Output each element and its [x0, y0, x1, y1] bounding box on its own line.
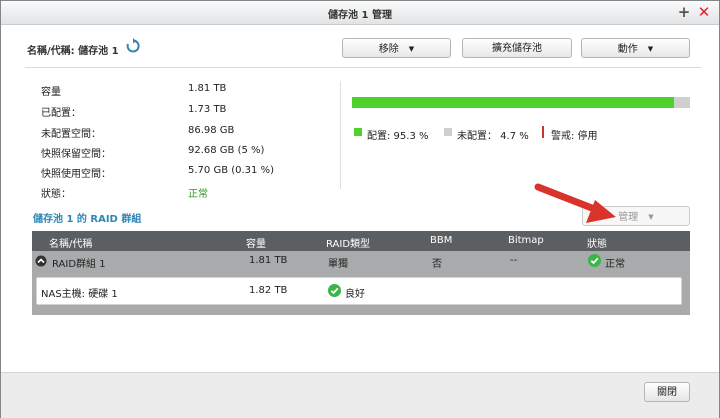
- usage-bar-fill: [352, 97, 675, 108]
- status-value: 正常: [188, 189, 208, 200]
- allocated-label: 已配置：: [41, 108, 81, 119]
- storage-pool-dialog: 儲存池 1 管理 + ✕ 名稱/代稱: 儲存池 1 移除 ▼ 擴充儲存池 動作 ▼ …: [0, 0, 720, 418]
- chevron-down-icon: ▼: [408, 45, 415, 53]
- check-circle-icon: [328, 284, 341, 297]
- raid-group-capacity: 1.81 TB: [249, 255, 288, 266]
- unallocated-label: 未配置空間：: [41, 129, 101, 140]
- remove-button[interactable]: 移除 ▼: [342, 38, 451, 58]
- snapshot-used-value: 5.70 GB (0.31 %): [188, 165, 274, 176]
- pool-name-label: 名稱/代稱: 儲存池 1: [27, 46, 119, 57]
- raid-group-bbm: 否: [432, 259, 442, 270]
- legend-unallocated-text: 未配置： 4.7 %: [457, 131, 529, 142]
- disk-capacity: 1.82 TB: [249, 285, 288, 296]
- col-raid-type: RAID類型: [326, 239, 371, 250]
- action-button-label: 動作: [617, 44, 638, 55]
- manage-button[interactable]: 管理 ▼: [582, 206, 690, 226]
- capacity-label: 容量: [41, 87, 61, 98]
- disk-name: NAS主機: 硬碟 1: [41, 289, 118, 300]
- manage-button-label: 管理: [618, 212, 639, 223]
- raid-group-row[interactable]: RAID群組 1 1.81 TB 單獨 否 -- 正常 NAS主機: 硬碟 1 …: [32, 251, 690, 315]
- title-bar: 儲存池 1 管理 + ✕: [1, 1, 719, 25]
- remove-button-label: 移除: [378, 44, 399, 55]
- snapshot-used-label: 快照使用空間：: [41, 169, 111, 180]
- raid-group-status: 正常: [605, 259, 625, 270]
- snapshot-reserved-value: 92.68 GB (5 %): [188, 145, 265, 156]
- disk-row[interactable]: NAS主機: 硬碟 1 1.82 TB 良好: [36, 277, 682, 305]
- col-bbm: BBM: [430, 235, 453, 246]
- legend-allocated-text: 配置: 95.3 %: [367, 131, 429, 142]
- col-status: 狀態: [587, 239, 607, 250]
- snapshot-reserved-label: 快照保留空間：: [41, 149, 111, 160]
- raid-group-type: 單獨: [328, 259, 348, 270]
- raid-group-name: RAID群組 1: [52, 259, 106, 270]
- status-label: 狀態：: [41, 189, 71, 200]
- close-button[interactable]: 關閉: [644, 382, 690, 402]
- expand-pool-button[interactable]: 擴充儲存池: [462, 38, 572, 58]
- maximize-icon[interactable]: +: [677, 2, 691, 22]
- unallocated-value: 86.98 GB: [188, 125, 235, 136]
- collapse-icon[interactable]: [35, 255, 47, 267]
- refresh-icon[interactable]: [125, 38, 141, 54]
- close-icon[interactable]: ✕: [696, 2, 712, 22]
- usage-bar: [352, 97, 690, 108]
- expand-pool-button-label: 擴充儲存池: [492, 43, 542, 54]
- chevron-down-icon: ▼: [647, 45, 654, 53]
- action-button[interactable]: 動作 ▼: [581, 38, 690, 58]
- legend-allocated-swatch: [354, 128, 362, 136]
- disk-status: 良好: [345, 289, 365, 300]
- header-divider: [25, 67, 701, 68]
- check-circle-icon: [588, 254, 601, 267]
- legend-warning-text: 警戒: 停用: [551, 131, 598, 142]
- window-title: 儲存池 1 管理: [328, 10, 392, 21]
- col-capacity: 容量: [246, 239, 266, 250]
- allocated-value: 1.73 TB: [188, 104, 227, 115]
- col-name: 名稱/代稱: [49, 239, 93, 250]
- raid-group-bitmap: --: [510, 255, 518, 266]
- capacity-value: 1.81 TB: [188, 83, 227, 94]
- raid-section-title: 儲存池 1 的 RAID 群組: [33, 214, 142, 225]
- col-bitmap: Bitmap: [508, 235, 544, 246]
- dialog-footer: [1, 372, 719, 418]
- chevron-down-icon: ▼: [648, 213, 654, 221]
- legend-warning-marker: [542, 126, 544, 138]
- raid-table-header: 名稱/代稱 容量 RAID類型 BBM Bitmap 狀態: [32, 231, 690, 251]
- info-divider: [340, 81, 341, 189]
- legend-unallocated-swatch: [444, 128, 452, 136]
